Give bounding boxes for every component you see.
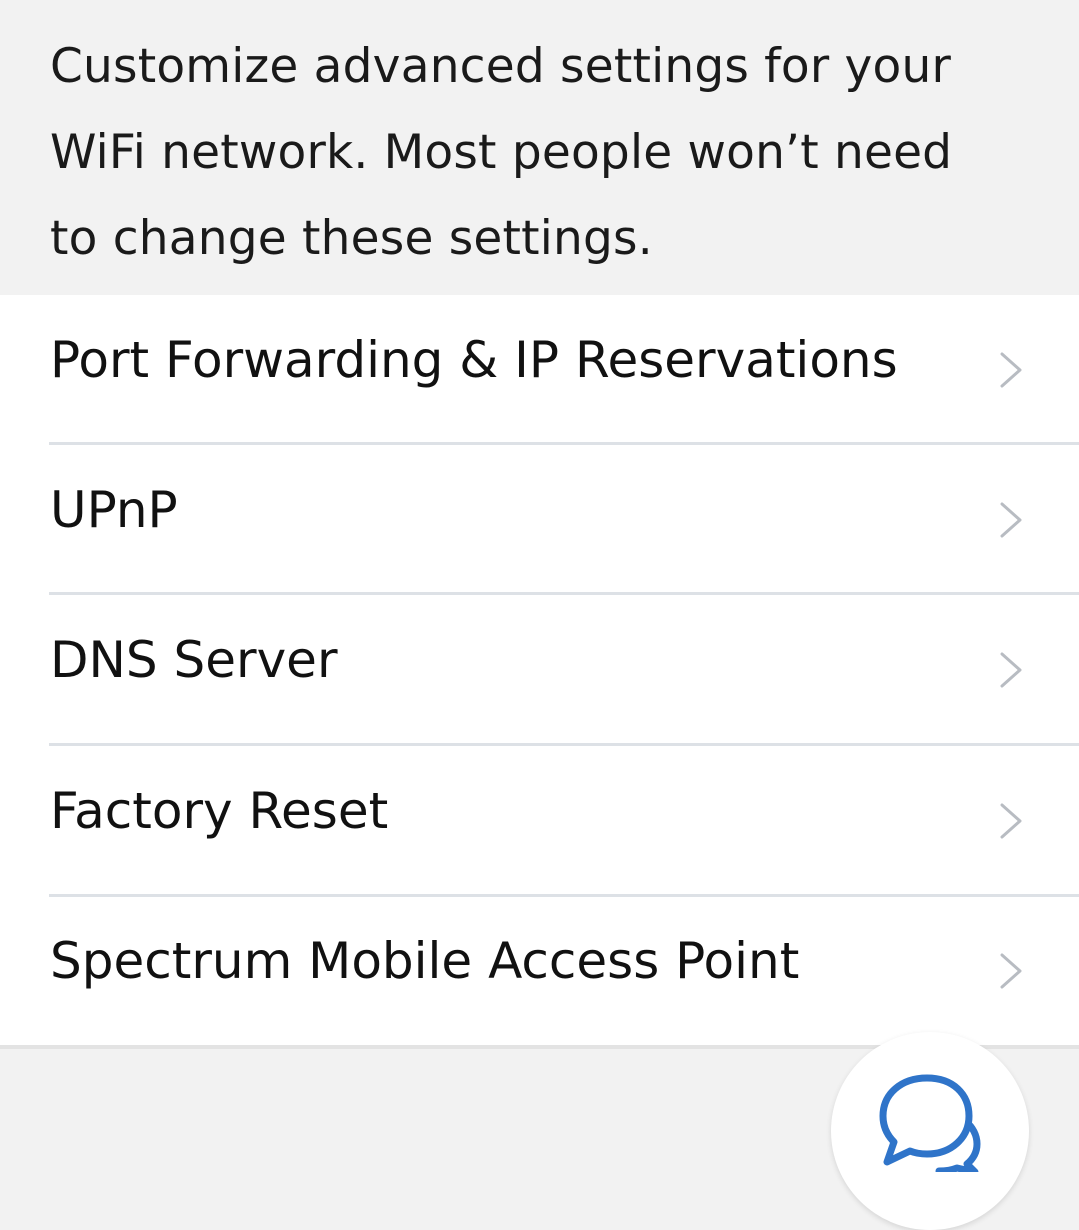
settings-item-port-forwarding[interactable]: Port Forwarding & IP Reservations — [0, 295, 1079, 445]
description-text: Customize advanced settings for your WiFi… — [50, 24, 1040, 282]
description-header: Customize advanced settings for your WiFi… — [0, 0, 1079, 295]
chevron-right-icon — [1000, 352, 1022, 388]
settings-item-label: UPnP — [50, 481, 178, 539]
settings-item-dns-server[interactable]: DNS Server — [0, 595, 1079, 745]
chevron-right-icon — [1000, 652, 1022, 688]
description-line-3: to change these settings. — [50, 211, 653, 266]
description-line-1: Customize advanced settings for your — [50, 39, 952, 94]
settings-item-factory-reset[interactable]: Factory Reset — [0, 746, 1079, 896]
chevron-right-icon — [1000, 502, 1022, 538]
settings-item-label: Factory Reset — [50, 782, 389, 840]
advanced-settings-list: Port Forwarding & IP Reservations UPnP D… — [0, 295, 1079, 1047]
settings-item-label: Spectrum Mobile Access Point — [50, 932, 800, 990]
settings-item-mobile-access-point[interactable]: Spectrum Mobile Access Point — [0, 896, 1079, 1046]
settings-item-label: Port Forwarding & IP Reservations — [50, 331, 898, 389]
description-line-2: WiFi network. Most people won’t need — [50, 125, 953, 180]
chat-button[interactable] — [831, 1032, 1029, 1230]
chevron-right-icon — [1000, 803, 1022, 839]
settings-item-label: DNS Server — [50, 631, 338, 689]
chevron-right-icon — [1000, 953, 1022, 989]
settings-item-upnp[interactable]: UPnP — [0, 445, 1079, 595]
chat-bubbles-icon — [879, 1074, 981, 1172]
